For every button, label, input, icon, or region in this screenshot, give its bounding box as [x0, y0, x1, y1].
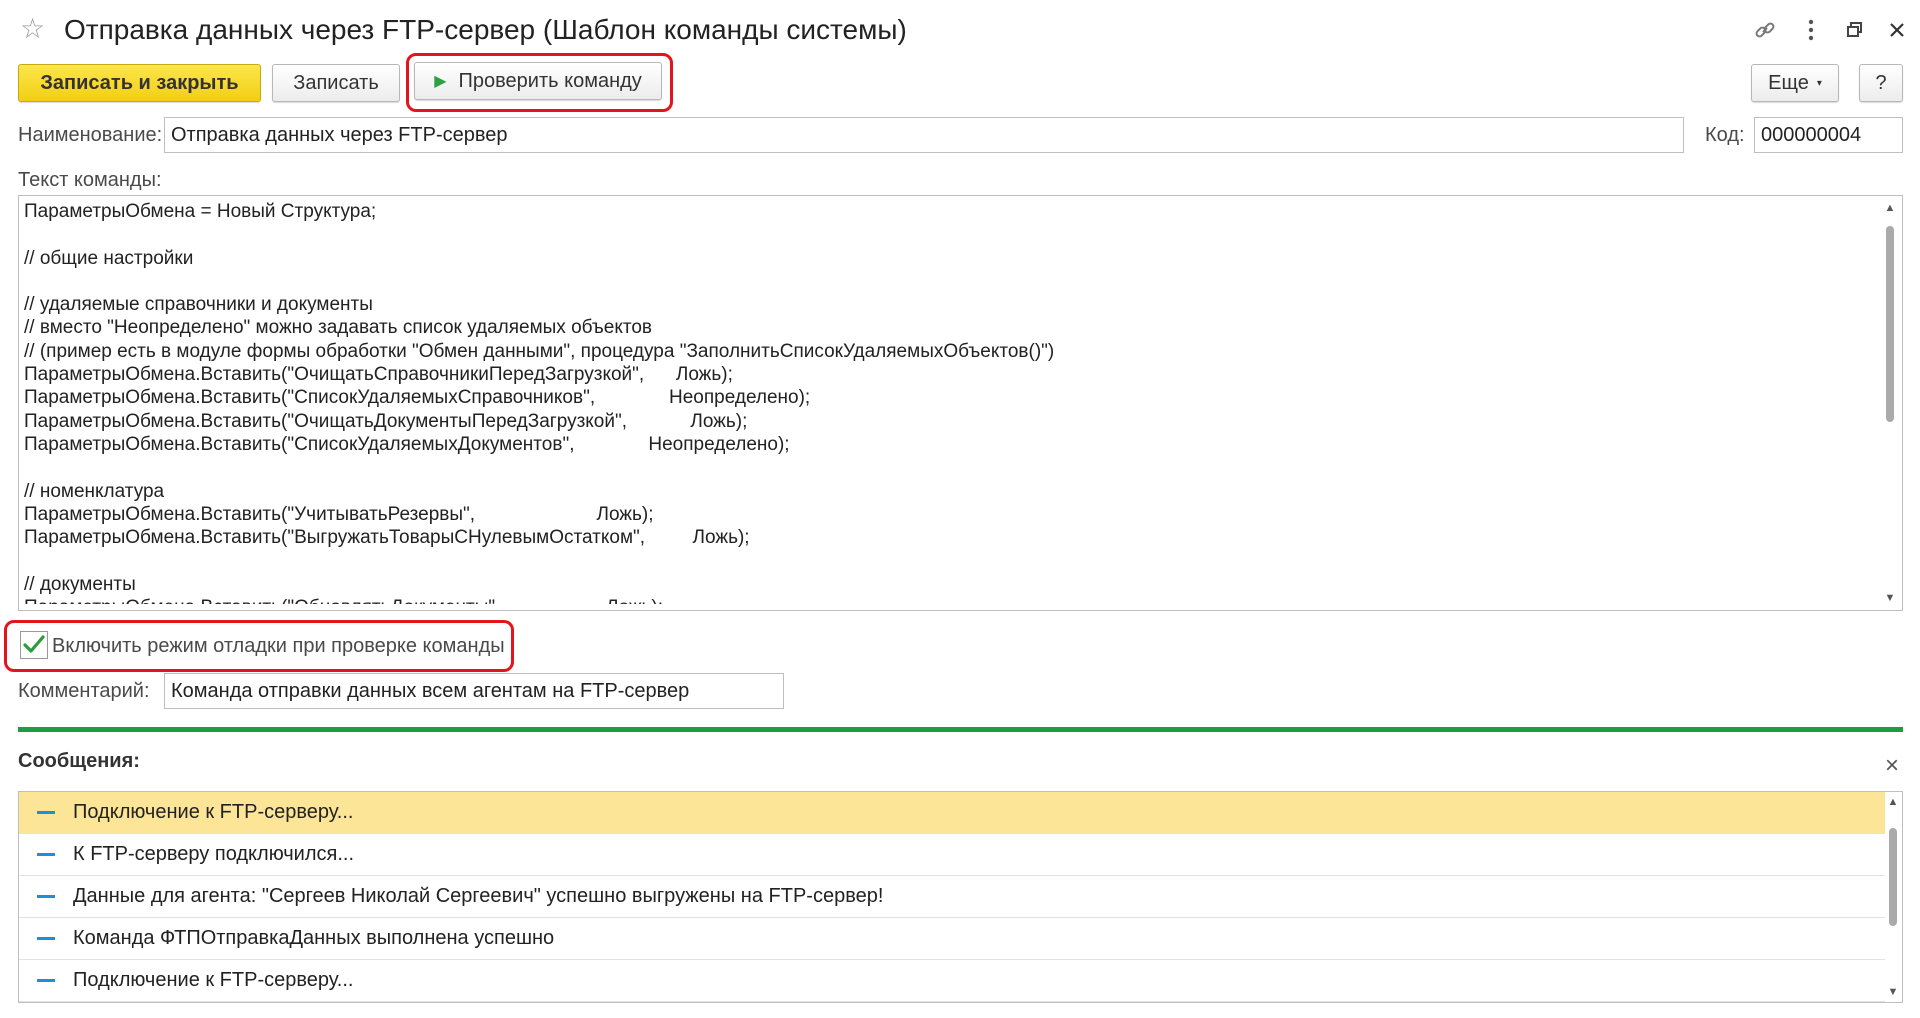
messages-rows: Подключение к FTP-серверу... К FTP-сервер… [19, 792, 1902, 1002]
message-dash-icon [37, 853, 55, 856]
messages-title: Сообщения: [18, 750, 140, 772]
code-line[interactable]: ПараметрыОбмена.Вставить("СписокУдаляемы… [24, 433, 1864, 456]
scroll-up-icon[interactable]: ▲ [1884, 796, 1902, 808]
close-messages-icon[interactable]: × [1885, 752, 1899, 780]
code-line[interactable]: // (пример есть в модуле формы обработки… [24, 340, 1864, 363]
name-label: Наименование: [18, 124, 163, 146]
code-line[interactable]: ПараметрыОбмена.Вставить("ОчищатьДокумен… [24, 410, 1864, 433]
code-line[interactable] [24, 456, 1864, 479]
code-line[interactable]: ПараметрыОбмена.Вставить("СписокУдаляемы… [24, 386, 1864, 409]
code-line[interactable]: // вместо "Неопределено" можно задавать … [24, 316, 1864, 339]
save-and-close-button[interactable]: Записать и закрыть [18, 64, 261, 102]
window-title: Отправка данных через FTP-сервер (Шаблон… [64, 14, 907, 45]
link-icon [1755, 22, 1775, 38]
close-icon[interactable] [1880, 14, 1914, 46]
code-line[interactable] [24, 270, 1864, 293]
code-field[interactable]: 000000004 [1754, 117, 1903, 153]
messages-scrollbar[interactable]: ▲ ▼ [1884, 792, 1902, 1002]
code-line[interactable]: // номенклатура [24, 480, 1864, 503]
code-label: Код: [1705, 124, 1745, 146]
more-vertical-icon[interactable] [1794, 14, 1828, 46]
code-line[interactable]: // документы [24, 573, 1864, 596]
scroll-down-icon[interactable]: ▼ [1884, 986, 1902, 998]
code-line[interactable] [24, 223, 1864, 246]
play-icon: ▶ [434, 73, 447, 90]
command-text-scrollbar[interactable]: ▲ ▼ [1878, 196, 1902, 610]
code-line[interactable]: ПараметрыОбмена = Новый Структура; [24, 200, 1864, 223]
name-field[interactable]: Отправка данных через FTP-сервер [164, 117, 1684, 153]
command-text-content[interactable]: ПараметрыОбмена = Новый Структура; // общ… [24, 200, 1864, 604]
comment-field[interactable]: Команда отправки данных всем агентам на … [164, 673, 784, 709]
message-row[interactable]: Команда ФТПОтправкаДанных выполнена успе… [19, 918, 1885, 960]
scroll-down-icon[interactable]: ▼ [1878, 592, 1902, 604]
code-line[interactable]: // удаляемые справочники и документы [24, 293, 1864, 316]
message-dash-icon [37, 811, 55, 814]
message-dash-icon [37, 979, 55, 982]
debug-mode-checkbox[interactable] [20, 631, 48, 659]
scrollbar-thumb[interactable] [1886, 226, 1894, 422]
messages-list[interactable]: Подключение к FTP-серверу... К FTP-сервер… [18, 791, 1903, 1003]
message-row[interactable]: К FTP-серверу подключился... [19, 834, 1885, 876]
message-text: Подключение к FTP-серверу... [73, 969, 354, 991]
command-text-label: Текст команды: [18, 169, 162, 191]
message-text: Данные для агента: "Сергеев Николай Серг… [73, 885, 884, 907]
command-text-editor[interactable]: ПараметрыОбмена = Новый Структура; // общ… [18, 195, 1903, 611]
help-button[interactable]: ? [1859, 64, 1903, 102]
comment-label: Комментарий: [18, 680, 150, 702]
message-row[interactable]: Подключение к FTP-серверу... [19, 792, 1885, 834]
code-line[interactable]: ПараметрыОбмена.Вставить("ВыгружатьТовар… [24, 526, 1864, 549]
dropdown-arrow-icon: ▾ [1816, 77, 1822, 89]
message-row[interactable]: Данные для агента: "Сергеев Николай Серг… [19, 876, 1885, 918]
debug-mode-label[interactable]: Включить режим отладки при проверке кома… [52, 634, 505, 658]
message-dash-icon [37, 895, 55, 898]
message-row[interactable]: Подключение к FTP-серверу... [19, 960, 1885, 1002]
favorite-star-icon[interactable]: ☆ [20, 12, 45, 46]
scroll-up-icon[interactable]: ▲ [1878, 202, 1902, 214]
scrollbar-thumb[interactable] [1889, 828, 1897, 926]
checkmark-icon [23, 635, 45, 653]
code-line[interactable] [24, 549, 1864, 572]
restore-window-icon[interactable] [1838, 14, 1872, 46]
more-button[interactable]: Еще ▾ [1751, 64, 1839, 102]
save-button[interactable]: Записать [272, 64, 400, 102]
more-button-label: Еще [1768, 71, 1809, 94]
check-command-label: Проверить команду [458, 69, 642, 92]
message-text: Команда ФТПОтправкаДанных выполнена успе… [73, 927, 555, 949]
messages-divider [18, 727, 1903, 732]
message-dash-icon [37, 937, 55, 940]
code-line[interactable]: ПараметрыОбмена.Вставить("УчитыватьРезер… [24, 503, 1864, 526]
message-text: Подключение к FTP-серверу... [73, 801, 354, 823]
link-icon[interactable] [1748, 14, 1782, 46]
check-command-button[interactable]: ▶ Проверить команду [414, 62, 662, 100]
code-line[interactable]: ПараметрыОбмена.Вставить("ОчищатьСправоч… [24, 363, 1864, 386]
code-line[interactable]: // общие настройки [24, 247, 1864, 270]
message-text: К FTP-серверу подключился... [73, 843, 355, 865]
code-line[interactable]: ПараметрыОбмена.Вставить("ОбновлятьДокум… [24, 596, 1864, 604]
